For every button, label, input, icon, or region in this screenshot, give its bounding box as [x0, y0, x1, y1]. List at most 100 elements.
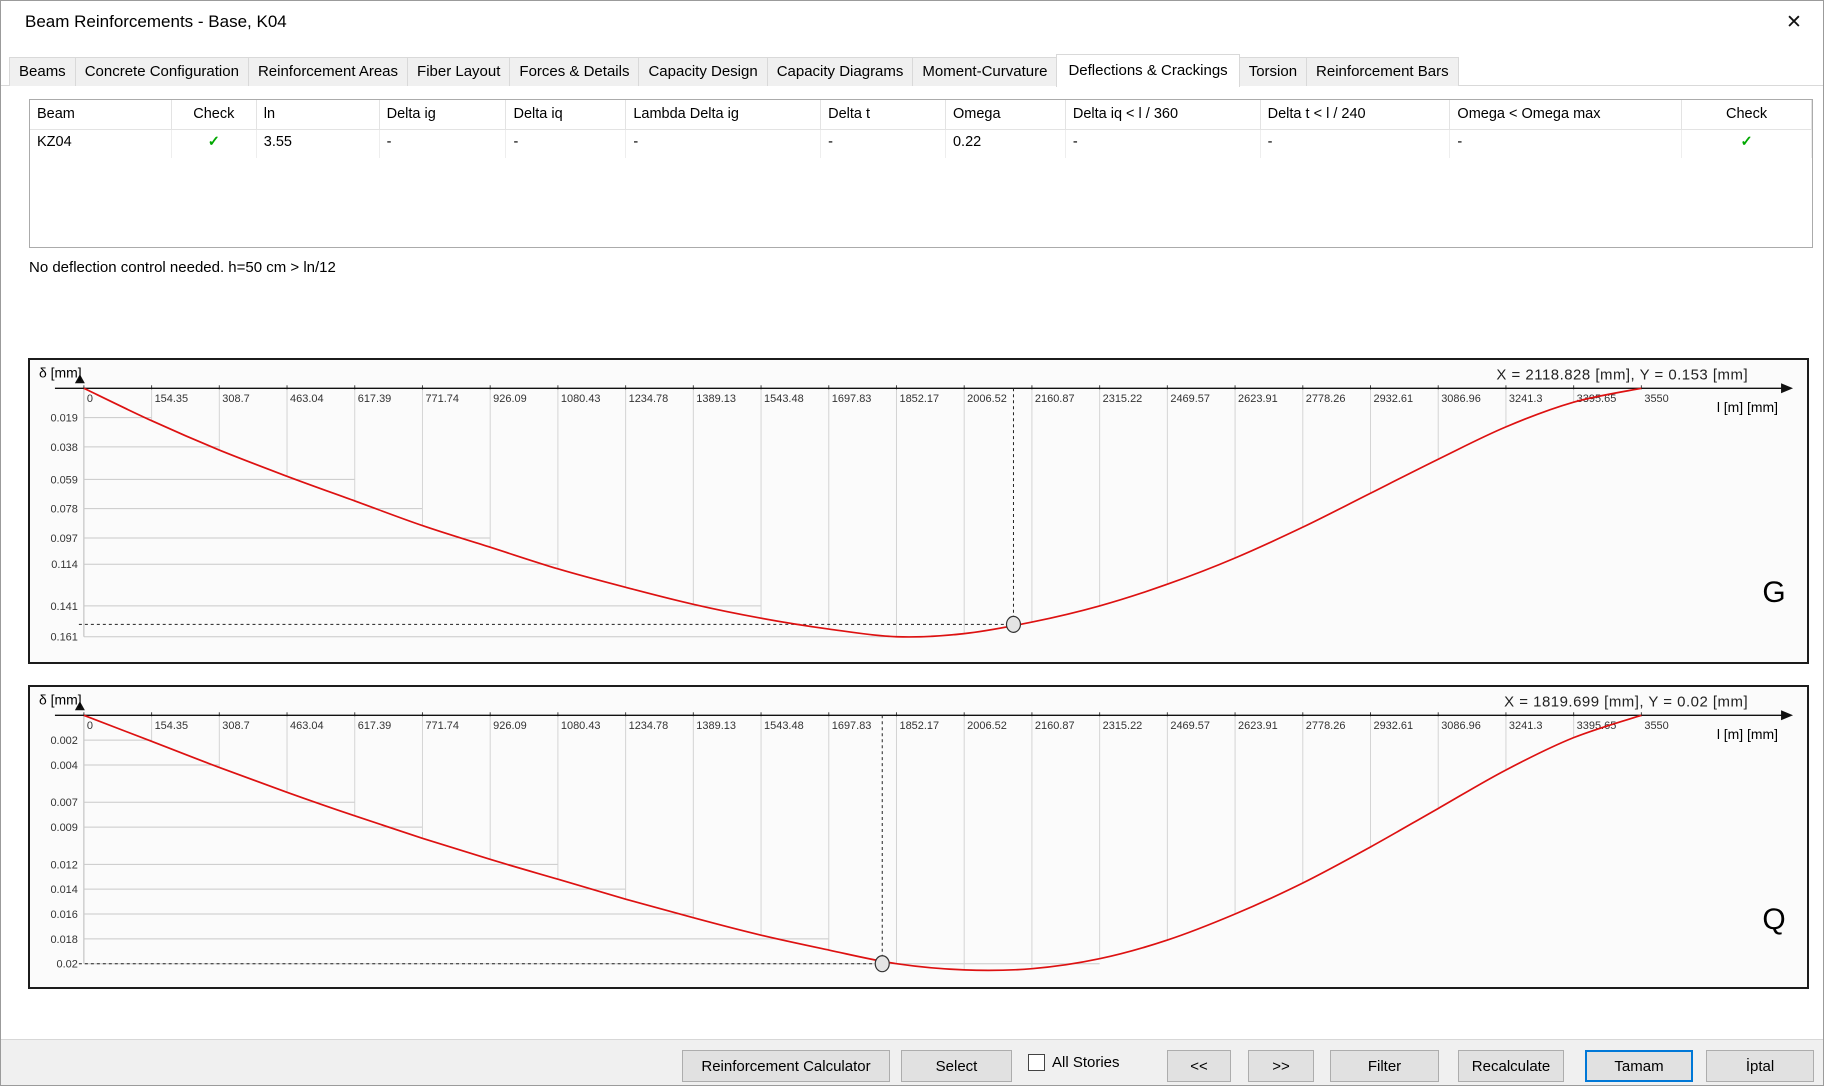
y-tick-label: 0.114 — [51, 559, 78, 571]
y-tick-label: 0.018 — [50, 934, 77, 946]
tab-moment-curvature[interactable]: Moment-Curvature — [912, 57, 1057, 86]
column-header-delta-iq[interactable]: Delta iq — [506, 100, 626, 129]
y-tick-label: 0.038 — [50, 442, 77, 454]
x-tick-label: 1080.43 — [561, 720, 601, 732]
x-tick-label: 308.7 — [222, 393, 249, 405]
x-tick-label: 2778.26 — [1306, 393, 1346, 405]
y-tick-label: 0.004 — [50, 760, 77, 772]
tab-forces-details[interactable]: Forces & Details — [509, 57, 639, 86]
column-header-delta-iq-l-360[interactable]: Delta iq < l / 360 — [1066, 100, 1261, 129]
x-tick-label: 3086.96 — [1441, 393, 1481, 405]
tab-deflections-crackings[interactable]: Deflections & Crackings — [1056, 54, 1239, 87]
x-tick-label: 1389.13 — [696, 393, 736, 405]
marker-point[interactable] — [1006, 616, 1020, 632]
load-case-label: Q — [1762, 903, 1785, 936]
y-tick-label: 0.007 — [50, 797, 77, 809]
chart-q-svg: 0.0020.0040.0070.0090.0120.0140.0160.018… — [30, 687, 1807, 987]
tab-concrete-configuration[interactable]: Concrete Configuration — [75, 57, 249, 86]
column-header-delta-t[interactable]: Delta t — [821, 100, 946, 129]
close-icon[interactable]: ✕ — [1779, 9, 1809, 37]
y-tick-label: 0.059 — [50, 474, 77, 486]
table-header-row: BeamChecklnDelta igDelta iqLambda Delta … — [30, 100, 1812, 130]
column-header-delta-ig[interactable]: Delta ig — [380, 100, 507, 129]
tab-beams[interactable]: Beams — [9, 57, 76, 86]
column-header-check[interactable]: Check — [172, 100, 257, 129]
x-tick-label: 2469.57 — [1170, 720, 1210, 732]
x-tick-label: 1234.78 — [629, 720, 669, 732]
x-tick-label: 2315.22 — [1103, 720, 1143, 732]
tab-torsion[interactable]: Torsion — [1239, 57, 1307, 86]
tab-reinforcement-areas[interactable]: Reinforcement Areas — [248, 57, 408, 86]
y-tick-label: 0.161 — [50, 632, 77, 644]
y-tick-label: 0.097 — [50, 533, 77, 545]
all-stories-checkbox[interactable] — [1028, 1054, 1045, 1071]
column-header-beam[interactable]: Beam — [30, 100, 172, 129]
chart-g-svg: 0.019 0.038 0.059 0.078 0.097 0.114 0.141 0.161… — [30, 360, 1807, 662]
y-axis-title: δ [mm] — [39, 364, 82, 380]
marker-point[interactable] — [875, 956, 889, 972]
x-tick-label: 1543.48 — [764, 393, 804, 405]
reinforcement-calculator-button[interactable]: Reinforcement Calculator — [682, 1050, 890, 1082]
y-tick-label: 0.019 — [50, 413, 77, 425]
column-header-omega[interactable]: Omega — [946, 100, 1066, 129]
x-tick-label: 1697.83 — [832, 393, 872, 405]
tab-fiber-layout[interactable]: Fiber Layout — [407, 57, 510, 86]
table-cell: - — [1450, 130, 1682, 158]
x-tick-label: 3395.65 — [1577, 720, 1617, 732]
check-pass-icon: ✓ — [1741, 134, 1753, 150]
deflection-results-table: BeamChecklnDelta igDelta iqLambda Delta … — [29, 99, 1813, 248]
y-tick-label: 0.014 — [50, 884, 77, 896]
x-tick-label: 3550 — [1644, 720, 1668, 732]
table-row[interactable]: KZ04✓3.55----0.22---✓ — [30, 130, 1812, 158]
tamam-ok-button[interactable]: Tamam — [1585, 1050, 1693, 1082]
tab-reinforcement-bars[interactable]: Reinforcement Bars — [1306, 57, 1459, 86]
tab-capacity-diagrams[interactable]: Capacity Diagrams — [767, 57, 914, 86]
column-header-check[interactable]: Check — [1682, 100, 1812, 129]
y-tick-label: 0.012 — [50, 859, 77, 871]
x-tick-label: 1234.78 — [629, 393, 669, 405]
table-cell: KZ04 — [30, 130, 172, 158]
tabs-container: BeamsConcrete ConfigurationReinforcement… — [9, 54, 1458, 86]
x-tick-label: 926.09 — [493, 720, 527, 732]
next-button[interactable]: >> — [1248, 1050, 1314, 1082]
table-cell: - — [1066, 130, 1261, 158]
deflection-note: No deflection control needed. h=50 cm > … — [29, 259, 336, 276]
column-header-omega-omega-max[interactable]: Omega < Omega max — [1450, 100, 1682, 129]
recalculate-button[interactable]: Recalculate — [1458, 1050, 1564, 1082]
footer-bar: All Stories Reinforcement Calculator Sele… — [1, 1039, 1823, 1086]
x-tick-label: 2932.61 — [1373, 393, 1413, 405]
y-axis-title: δ [mm] — [39, 691, 82, 707]
all-stories-label: All Stories — [1052, 1054, 1120, 1071]
prev-button[interactable]: << — [1167, 1050, 1231, 1082]
x-axis-title: l [m] [mm] — [1717, 726, 1778, 742]
column-header-lambda-delta-ig[interactable]: Lambda Delta ig — [626, 100, 821, 129]
iptal-cancel-button[interactable]: İptal — [1706, 1050, 1814, 1082]
filter-button[interactable]: Filter — [1330, 1050, 1439, 1082]
table-cell: - — [821, 130, 946, 158]
beam-reinforcements-dialog: Beam Reinforcements - Base, K04 ✕ BeamsC… — [0, 0, 1824, 1086]
x-tick-label: 1852.17 — [899, 393, 939, 405]
column-header-delta-t-l-240[interactable]: Delta t < l / 240 — [1261, 100, 1451, 129]
x-tick-label: 2160.87 — [1035, 720, 1075, 732]
load-case-label: G — [1762, 576, 1785, 609]
x-tick-label: 1697.83 — [832, 720, 872, 732]
table-cell: - — [380, 130, 507, 158]
x-tick-label: 3241.3 — [1509, 393, 1543, 405]
y-tick-label: 0.016 — [50, 909, 77, 921]
column-header-ln[interactable]: ln — [257, 100, 380, 129]
x-tick-label: 926.09 — [493, 393, 527, 405]
x-tick-label: 2932.61 — [1373, 720, 1413, 732]
table-cell: 3.55 — [257, 130, 380, 158]
x-tick-label: 771.74 — [425, 393, 459, 405]
y-tick-label: 0.02 — [57, 959, 78, 971]
select-button[interactable]: Select — [901, 1050, 1012, 1082]
table-cell: - — [1261, 130, 1451, 158]
tab-strip: BeamsConcrete ConfigurationReinforcement… — [1, 51, 1823, 86]
x-axis-title: l [m] [mm] — [1717, 399, 1778, 415]
x-tick-label: 771.74 — [425, 720, 459, 732]
y-tick-label: 0.078 — [50, 504, 77, 516]
x-tick-label: 2315.22 — [1103, 393, 1143, 405]
tab-capacity-design[interactable]: Capacity Design — [638, 57, 767, 86]
deflection-chart-q: 0.0020.0040.0070.0090.0120.0140.0160.018… — [28, 685, 1809, 989]
y-tick-label: 0.141 — [50, 601, 77, 613]
